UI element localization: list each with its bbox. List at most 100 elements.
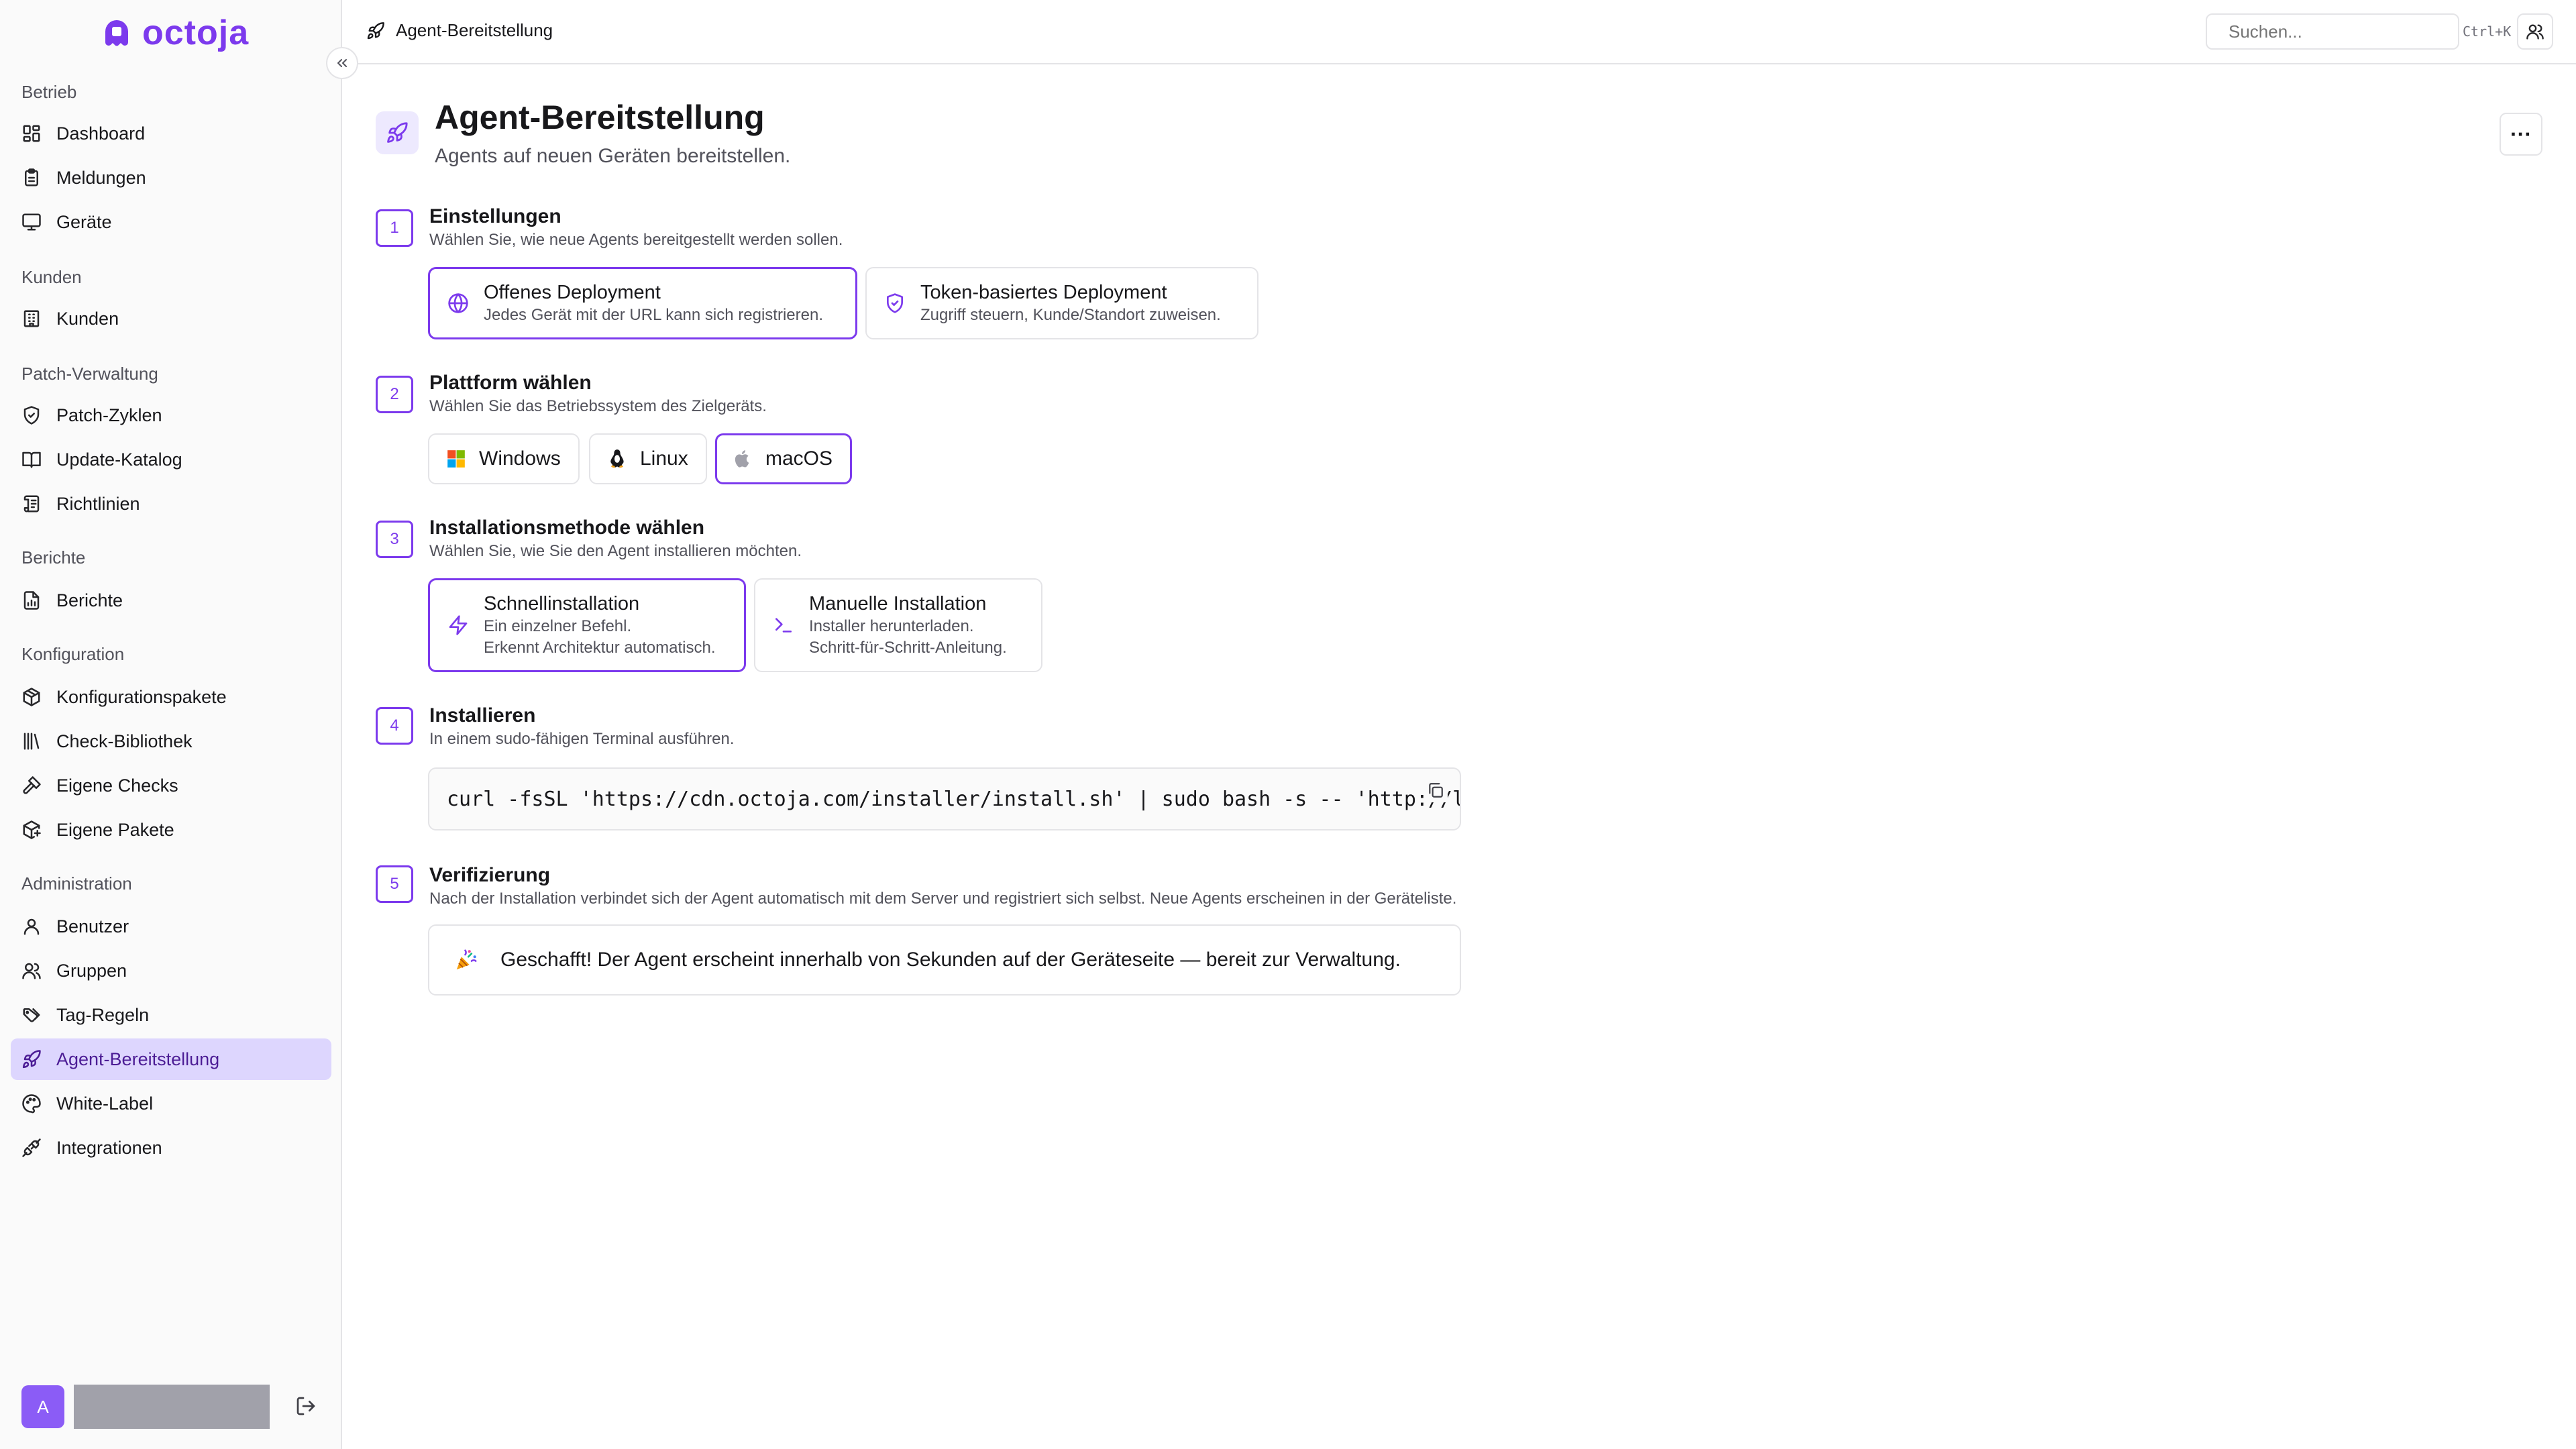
section-label-patch: Patch-Verwaltung <box>21 364 158 384</box>
platform-label: Windows <box>479 447 561 470</box>
copy-command-button[interactable] <box>1424 778 1448 802</box>
zap-icon <box>449 615 468 635</box>
sidebar-item-meldungen[interactable]: Meldungen <box>11 157 331 199</box>
install-command[interactable]: curl -fsSL 'https://cdn.octoja.com/insta… <box>447 788 1460 811</box>
sidebar-item-label: Geräte <box>56 211 112 232</box>
app-name: octoja <box>142 13 250 52</box>
sidebar-item-agent-bereitstellung[interactable]: Agent-Bereitstellung <box>11 1038 331 1080</box>
section-label-konfiguration: Konfiguration <box>21 644 125 664</box>
sidebar-item-patch-zyklen[interactable]: Patch-Zyklen <box>11 394 331 436</box>
sidebar-item-check-bibliothek[interactable]: Check-Bibliothek <box>11 720 331 762</box>
sidebar-item-gruppen[interactable]: Gruppen <box>11 950 331 991</box>
step-title: Plattform wählen <box>429 372 592 394</box>
sidebar-item-eigene-checks[interactable]: Eigene Checks <box>11 765 331 806</box>
sidebar-item-label: Meldungen <box>56 167 146 188</box>
logout-button[interactable] <box>295 1395 317 1417</box>
platform-windows-button[interactable]: Windows <box>428 433 580 484</box>
collapse-sidebar-button[interactable] <box>326 47 358 79</box>
users-icon <box>22 963 41 979</box>
shield-check-icon <box>887 293 903 313</box>
sidebar-item-label: Benutzer <box>56 916 129 936</box>
sidebar-item-label: Check-Bibliothek <box>56 731 193 751</box>
sidebar-item-label: Kunden <box>56 308 119 329</box>
sidebar-item-label: Update-Katalog <box>56 449 182 470</box>
section-label-betrieb: Betrieb <box>21 82 77 102</box>
user-profile[interactable]: A <box>21 1385 270 1429</box>
tags-icon <box>23 1008 40 1022</box>
step-title: Einstellungen <box>429 205 561 227</box>
platform-macos-button[interactable]: macOS <box>715 433 853 484</box>
option-description: Ein einzelner Befehl. <box>484 617 632 635</box>
option-title: Offenes Deployment <box>484 282 661 303</box>
option-open-deployment[interactable]: Offenes Deployment Jedes Gerät mit der U… <box>428 267 857 339</box>
section-label-berichte: Berichte <box>21 547 86 568</box>
install-command-box[interactable]: curl -fsSL 'https://cdn.octoja.com/insta… <box>428 767 1461 830</box>
logo[interactable]: octoja <box>101 13 250 52</box>
step-description: In einem sudo-fähigen Terminal ausführen… <box>429 730 735 748</box>
page-title: Agent-Bereitstellung <box>435 99 765 136</box>
search-box[interactable]: Ctrl+K <box>2206 13 2511 50</box>
account-button[interactable] <box>2517 13 2553 50</box>
monitor-icon <box>22 213 41 231</box>
rocket-icon <box>367 21 384 39</box>
sidebar-item-berichte[interactable]: Berichte <box>11 580 331 621</box>
step-title: Verifizierung <box>429 864 551 886</box>
rocket-icon <box>22 1050 41 1069</box>
page-subtitle: Agents auf neuen Geräten bereitstellen. <box>435 145 791 167</box>
building-icon <box>23 310 40 327</box>
search-shortcut: Ctrl+K <box>2463 23 2512 40</box>
sidebar-item-label: White-Label <box>56 1093 154 1114</box>
palette-icon <box>22 1094 41 1114</box>
chevrons-left-icon <box>337 59 347 67</box>
sidebar-item-geraete[interactable]: Geräte <box>11 201 331 243</box>
sidebar-item-label: Tag-Regeln <box>56 1004 150 1025</box>
rocket-icon <box>387 122 408 143</box>
step-description: Wählen Sie, wie Sie den Agent installier… <box>429 542 802 560</box>
sidebar-item-integrationen[interactable]: Integrationen <box>11 1127 331 1169</box>
option-manual-install[interactable]: Manuelle Installation Installer herunter… <box>754 578 1042 672</box>
section-label-administration: Administration <box>21 873 132 894</box>
party-popper-icon <box>456 949 477 970</box>
user-name-redacted <box>74 1385 270 1429</box>
step-title: Installationsmethode wählen <box>429 517 705 539</box>
terminal-icon <box>775 618 792 633</box>
sidebar-item-konfigurationspakete[interactable]: Konfigurationspakete <box>11 676 331 718</box>
sidebar-item-benutzer[interactable]: Benutzer <box>11 906 331 947</box>
search-input[interactable] <box>2229 21 2453 42</box>
sidebar-item-tag-regeln[interactable]: Tag-Regeln <box>11 994 331 1036</box>
file-chart-icon <box>23 591 40 610</box>
option-description: Erkennt Architektur automatisch. <box>484 639 716 657</box>
option-description: Installer herunterladen. <box>809 617 974 635</box>
option-token-deployment[interactable]: Token-basiertes Deployment Zugriff steue… <box>865 267 1258 339</box>
apple-icon <box>735 450 749 468</box>
logout-icon <box>297 1397 315 1415</box>
platform-linux-button[interactable]: Linux <box>589 433 707 484</box>
sidebar-item-label: Eigene Pakete <box>56 819 174 840</box>
sidebar-item-richtlinien[interactable]: Richtlinien <box>11 483 331 525</box>
platform-label: macOS <box>765 447 833 470</box>
sidebar-item-kunden[interactable]: Kunden <box>11 298 331 339</box>
linux-icon <box>610 449 624 468</box>
step-description: Wählen Sie, wie neue Agents bereitgestel… <box>429 231 843 249</box>
sidebar-item-label: Eigene Checks <box>56 775 178 796</box>
dashboard-icon <box>23 125 40 142</box>
hammer-icon <box>23 776 41 794</box>
step-number: 4 <box>376 707 413 745</box>
option-description: Zugriff steuern, Kunde/Standort zuweisen… <box>920 306 1221 324</box>
sidebar-item-update-katalog[interactable]: Update-Katalog <box>11 439 331 480</box>
sidebar-item-label: Gruppen <box>56 960 127 981</box>
sidebar-item-label: Konfigurationspakete <box>56 686 227 707</box>
globe-icon <box>448 293 468 313</box>
copy-icon <box>1429 783 1443 798</box>
option-quick-install[interactable]: Schnellinstallation Ein einzelner Befehl… <box>428 578 746 672</box>
sidebar-item-dashboard[interactable]: Dashboard <box>11 113 331 154</box>
more-options-button[interactable]: ··· <box>2500 113 2542 156</box>
windows-icon <box>447 450 465 468</box>
sidebar-item-label: Agent-Bereitstellung <box>56 1049 220 1069</box>
sidebar-item-white-label[interactable]: White-Label <box>11 1083 331 1124</box>
section-label-kunden: Kunden <box>21 267 82 287</box>
sidebar-item-label: Integrationen <box>56 1137 162 1158</box>
sidebar-item-eigene-pakete[interactable]: Eigene Pakete <box>11 809 331 851</box>
avatar[interactable]: A <box>21 1385 64 1428</box>
step-number: 1 <box>376 209 413 247</box>
